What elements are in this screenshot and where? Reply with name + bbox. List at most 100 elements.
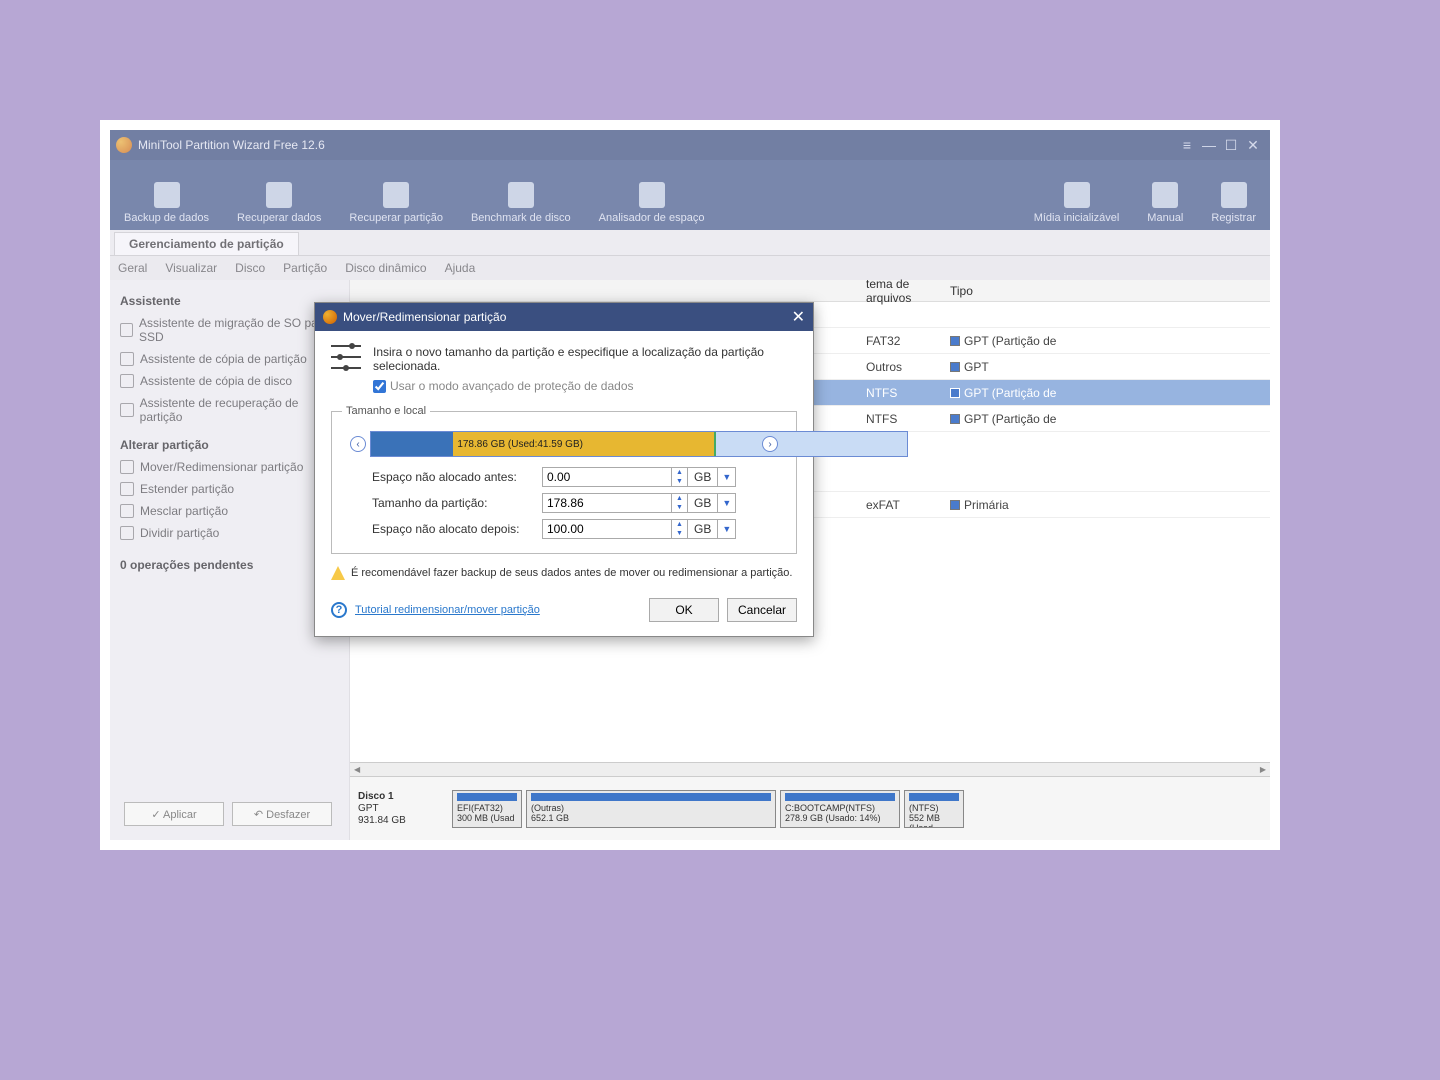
checkbox-input[interactable]	[373, 380, 386, 393]
help-icon[interactable]: ?	[331, 602, 347, 618]
toolbar-bootable-media[interactable]: Mídia inicializável	[1020, 160, 1134, 230]
hamburger-icon[interactable]: ≡	[1176, 137, 1198, 153]
menu-disk[interactable]: Disco	[235, 261, 265, 275]
minimize-button[interactable]: —	[1198, 137, 1220, 153]
partition-swatch-icon	[950, 336, 960, 346]
wizard-icon	[120, 323, 133, 337]
app-logo-icon	[116, 137, 132, 153]
cancel-button[interactable]: Cancelar	[727, 598, 797, 622]
toolbar-recover-partition[interactable]: Recuperar partição	[335, 160, 457, 230]
apply-button[interactable]: ✓ Aplicar	[124, 802, 224, 826]
merge-icon	[120, 504, 134, 518]
wizard-icon	[120, 403, 134, 417]
toolbar-benchmark[interactable]: Benchmark de disco	[457, 160, 585, 230]
sidebar-op-move-resize[interactable]: Mover/Redimensionar partição	[118, 456, 341, 478]
backup-icon	[154, 182, 180, 208]
unit-label: GB	[688, 493, 718, 513]
size-location-fieldset: Tamanho e local ‹ 178.86 GB (Used:41.59 …	[331, 405, 797, 554]
menu-bar: Geral Visualizar Disco Partição Disco di…	[110, 256, 1270, 280]
toolbar-recover-data[interactable]: Recuperar dados	[223, 160, 335, 230]
spinner-icon[interactable]: ▲▼	[672, 467, 688, 487]
recover-partition-icon	[383, 182, 409, 208]
move-resize-dialog: Mover/Redimensionar partição ✕ Insira o …	[314, 302, 814, 637]
toolbar-backup[interactable]: Backup de dados	[110, 160, 223, 230]
dialog-titlebar: Mover/Redimensionar partição ✕	[315, 303, 813, 331]
partition-swatch-icon	[950, 388, 960, 398]
partition-size-label: Tamanho da partição:	[372, 496, 542, 510]
sidebar-wizard-copy-partition[interactable]: Assistente de cópia de partição	[118, 348, 341, 370]
toolbar-space-analyzer[interactable]: Analisador de espaço	[585, 160, 719, 230]
disk-info: Disco 1 GPT 931.84 GB	[358, 791, 448, 827]
disk-block[interactable]: EFI(FAT32)300 MB (Usad	[452, 790, 522, 828]
warning-text: É recomendável fazer backup de seus dado…	[351, 567, 792, 579]
bootable-media-icon	[1064, 182, 1090, 208]
toolbar-manual[interactable]: Manual	[1133, 160, 1197, 230]
partition-size-input[interactable]	[542, 493, 672, 513]
main-toolbar: Backup de dados Recuperar dados Recupera…	[110, 160, 1270, 230]
wizard-icon	[120, 374, 134, 388]
maximize-button[interactable]: ☐	[1220, 137, 1242, 154]
sidebar-op-split[interactable]: Dividir partição	[118, 522, 341, 544]
sidebar-wizard-migrate-os[interactable]: Assistente de migração de SO para SSD	[118, 312, 341, 348]
dialog-title: Mover/Redimensionar partição	[343, 310, 506, 324]
unit-label: GB	[688, 519, 718, 539]
col-filesystem[interactable]: tema de arquivos	[860, 277, 950, 305]
sidebar-wizard-copy-disk[interactable]: Assistente de cópia de disco	[118, 370, 341, 392]
dialog-close-icon[interactable]: ✕	[792, 307, 805, 327]
tabs-row: Gerenciamento de partição	[110, 230, 1270, 256]
sidebar-heading-modify: Alterar partição	[120, 438, 339, 452]
app-title: MiniTool Partition Wizard Free 12.6	[138, 138, 325, 152]
split-icon	[120, 526, 134, 540]
ok-button[interactable]: OK	[649, 598, 719, 622]
partition-size-bar[interactable]: 178.86 GB (Used:41.59 GB)	[370, 431, 908, 457]
disk-block[interactable]: (NTFS)552 MB (Usad	[904, 790, 964, 828]
partition-swatch-icon	[950, 362, 960, 372]
tutorial-link[interactable]: Tutorial redimensionar/mover partição	[355, 604, 540, 616]
menu-dynamic-disk[interactable]: Disco dinâmico	[345, 261, 426, 275]
spinner-icon[interactable]: ▲▼	[672, 519, 688, 539]
recover-data-icon	[266, 182, 292, 208]
menu-general[interactable]: Geral	[118, 261, 147, 275]
manual-icon	[1152, 182, 1178, 208]
fieldset-legend: Tamanho e local	[342, 405, 430, 417]
disk-block[interactable]: (Outras)652.1 GB	[526, 790, 776, 828]
sidebar-wizard-recover-partition[interactable]: Assistente de recuperação de partição	[118, 392, 341, 428]
undo-button[interactable]: ↶ Desfazer	[232, 802, 332, 826]
unit-dropdown-icon[interactable]: ▼	[718, 467, 736, 487]
sliders-icon	[331, 345, 361, 369]
handle-left-icon[interactable]: ‹	[350, 436, 366, 452]
menu-partition[interactable]: Partição	[283, 261, 327, 275]
disk-block[interactable]: C:BOOTCAMP(NTFS)278.9 GB (Usado: 14%)	[780, 790, 900, 828]
horizontal-scrollbar[interactable]	[350, 762, 1270, 776]
unalloc-after-input[interactable]	[542, 519, 672, 539]
wizard-icon	[120, 352, 134, 366]
partition-swatch-icon	[950, 414, 960, 424]
menu-help[interactable]: Ajuda	[445, 261, 476, 275]
unit-label: GB	[688, 467, 718, 487]
advanced-protection-checkbox[interactable]: Usar o modo avançado de proteção de dado…	[373, 379, 797, 393]
sidebar-op-extend[interactable]: Estender partição	[118, 478, 341, 500]
unalloc-before-input[interactable]	[542, 467, 672, 487]
register-icon	[1221, 182, 1247, 208]
menu-view[interactable]: Visualizar	[165, 261, 217, 275]
unalloc-after-label: Espaço não alocato depois:	[372, 522, 542, 536]
spinner-icon[interactable]: ▲▼	[672, 493, 688, 513]
col-type[interactable]: Tipo	[950, 284, 1110, 298]
unit-dropdown-icon[interactable]: ▼	[718, 493, 736, 513]
sidebar-op-merge[interactable]: Mesclar partição	[118, 500, 341, 522]
toolbar-register[interactable]: Registrar	[1197, 160, 1270, 230]
benchmark-icon	[508, 182, 534, 208]
disk-map: Disco 1 GPT 931.84 GB EFI(FAT32)300 MB (…	[350, 776, 1270, 840]
analyzer-icon	[639, 182, 665, 208]
warning-icon	[331, 566, 345, 580]
dialog-instruction: Insira o novo tamanho da partição e espe…	[373, 345, 797, 373]
tab-partition-management[interactable]: Gerenciamento de partição	[114, 232, 299, 255]
move-resize-icon	[120, 460, 134, 474]
titlebar: MiniTool Partition Wizard Free 12.6 ≡ — …	[110, 130, 1270, 160]
unit-dropdown-icon[interactable]: ▼	[718, 519, 736, 539]
app-logo-icon	[323, 310, 337, 324]
handle-right-icon[interactable]: ›	[762, 436, 778, 452]
unalloc-before-label: Espaço não alocado antes:	[372, 470, 542, 484]
close-button[interactable]: ✕	[1242, 137, 1264, 154]
partition-swatch-icon	[950, 500, 960, 510]
